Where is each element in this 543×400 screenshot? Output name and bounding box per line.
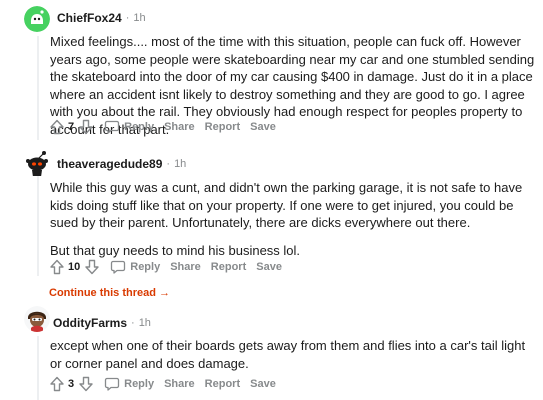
reply-label: Reply <box>130 261 161 273</box>
vote-score: 3 <box>68 378 75 390</box>
comment-time[interactable]: 1h <box>133 12 145 24</box>
reply-label: Reply <box>124 121 155 133</box>
comment-time[interactable]: 1h <box>139 317 151 329</box>
comment-paragraph: But that guy needs to mind his business … <box>50 242 301 258</box>
reply-icon <box>104 377 120 391</box>
upvote-icon[interactable] <box>49 259 65 275</box>
comment: theaveragedude89 · 1h While this guy was… <box>0 148 543 304</box>
reply-icon <box>111 260 126 274</box>
report-button[interactable]: Report <box>205 378 240 390</box>
comment-body: except when one of their boards gets awa… <box>50 337 535 372</box>
comment-time[interactable]: 1h <box>174 158 186 170</box>
author-name[interactable]: ChiefFox24 <box>57 11 122 25</box>
avatar[interactable] <box>24 6 50 32</box>
share-button[interactable]: Share <box>164 121 195 133</box>
vote-score: 10 <box>68 261 81 273</box>
report-button[interactable]: Report <box>205 121 240 133</box>
avatar[interactable] <box>24 150 50 176</box>
comment-actions: 10 Reply Share Report Save <box>49 258 282 276</box>
upvote-icon[interactable] <box>49 376 65 392</box>
save-button[interactable]: Save <box>256 261 282 273</box>
author-name[interactable]: OddityFarms <box>53 316 127 330</box>
report-button[interactable]: Report <box>211 261 246 273</box>
separator-dot: · <box>125 12 130 24</box>
downvote-icon[interactable] <box>78 376 94 392</box>
downvote-icon[interactable] <box>84 259 100 275</box>
author-name[interactable]: theaveragedude89 <box>57 157 162 171</box>
reply-icon <box>104 120 120 134</box>
share-button[interactable]: Share <box>170 261 201 273</box>
separator-dot: · <box>131 317 135 329</box>
downvote-icon[interactable] <box>78 119 94 135</box>
comment-actions: 3 Reply Share Report Save <box>49 375 276 393</box>
comment: ChiefFox24 · 1h Mixed feelings.... most … <box>0 0 543 140</box>
comment: OddityFarms · 1h except when one of thei… <box>0 304 543 400</box>
reply-button[interactable]: Reply <box>104 119 154 135</box>
save-button[interactable]: Save <box>250 121 276 133</box>
upvote-icon[interactable] <box>49 119 65 135</box>
reply-button[interactable]: Reply <box>104 376 154 392</box>
comment-actions: 7 Reply Share Report Save <box>49 118 276 136</box>
share-button[interactable]: Share <box>164 378 195 390</box>
comment-paragraph: except when one of their boards gets awa… <box>50 338 526 371</box>
vote-score: 7 <box>68 121 75 133</box>
comment-paragraph: While this guy was a cunt, and didn't ow… <box>50 180 523 231</box>
reply-label: Reply <box>124 378 155 390</box>
avatar[interactable] <box>24 306 50 332</box>
continue-thread-link[interactable]: Continue this thread → <box>49 287 170 299</box>
separator-dot: · <box>166 158 171 170</box>
reply-button[interactable]: Reply <box>110 259 160 275</box>
save-button[interactable]: Save <box>250 378 276 390</box>
comment-body: While this guy was a cunt, and didn't ow… <box>50 179 535 259</box>
